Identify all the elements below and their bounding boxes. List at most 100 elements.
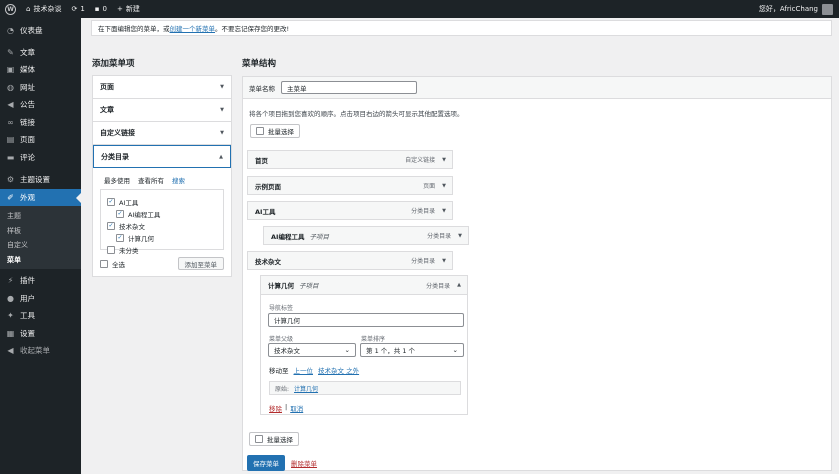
category-option[interactable]: ✓ AI编程工具 xyxy=(107,208,217,220)
category-tabs: 最多使用 查看所有 搜索 xyxy=(100,175,224,185)
menu-name-input[interactable]: 主菜单 xyxy=(281,81,417,94)
menu-item[interactable]: 示例页面 页面 ▼ xyxy=(247,176,453,195)
parent-select[interactable]: 技术杂文 ⌄ xyxy=(268,343,356,357)
updates-link[interactable]: ⟳ 1 xyxy=(66,0,89,18)
move-out-link[interactable]: 技术杂文 之外 xyxy=(318,365,359,375)
sidebar-item-label: 主题设置 xyxy=(20,175,50,185)
checkbox-unchecked[interactable] xyxy=(256,127,264,135)
sidebar-item-media[interactable]: ▣ 媒体 xyxy=(0,61,81,79)
add-to-menu-button[interactable]: 添加至菜单 xyxy=(177,257,224,270)
nav-label-caption: 导航标签 xyxy=(269,305,294,312)
add-items-panel: 页面 ▼ 文章 ▼ 自定义链接 ▼ 分类目录 ▲ 最多使用 查看所有 搜索 ✓ … xyxy=(92,75,232,277)
select-all-toggle[interactable]: 全选 xyxy=(100,258,125,270)
accordion-label: 页面 xyxy=(100,83,114,91)
category-label: AI编程工具 xyxy=(128,211,161,219)
new-content-link[interactable]: + 新建 xyxy=(112,0,145,18)
sidebar-item-users[interactable]: ● 用户 xyxy=(0,290,81,308)
tab-search[interactable]: 搜索 xyxy=(172,175,185,185)
sidebar-item-plugins[interactable]: ⚡ 插件 xyxy=(0,272,81,290)
accordion-posts[interactable]: 文章 ▼ xyxy=(93,99,231,122)
triangle-down-icon[interactable]: ▼ xyxy=(442,157,446,163)
parent-select-value: 技术杂文 xyxy=(274,347,300,355)
new-label: 新建 xyxy=(125,5,140,13)
sidebar-item-comments[interactable]: ▬ 评论 xyxy=(0,149,81,167)
menu-item-expanded-header[interactable]: 计算几何 子项目 分类目录 ▲ xyxy=(261,276,467,295)
remove-link[interactable]: 移除 xyxy=(269,403,282,413)
save-menu-button[interactable]: 保存菜单 xyxy=(247,455,285,471)
triangle-down-icon[interactable]: ▼ xyxy=(442,208,446,214)
wordpress-icon: W xyxy=(5,3,16,15)
category-option[interactable]: ✓ AI工具 xyxy=(107,196,217,208)
sidebar-item-label: 外观 xyxy=(20,192,35,202)
accordion-categories[interactable]: 分类目录 ▲ xyxy=(93,145,231,168)
menu-item-type: 分类目录 xyxy=(426,282,451,290)
sidebar-item-label: 媒体 xyxy=(20,65,35,75)
site-name-link[interactable]: ⌂ 技术杂谈 xyxy=(21,0,66,18)
sidebar-item-sites[interactable]: ◍ 网址 xyxy=(0,79,81,97)
accordion-pages[interactable]: 页面 ▼ xyxy=(93,76,231,99)
submenu-patterns[interactable]: 样板 xyxy=(0,224,81,239)
cancel-link[interactable]: 取消 xyxy=(290,403,303,413)
sidebar-item-theme-settings[interactable]: ⚙ 主题设置 xyxy=(0,171,81,189)
sidebar-item-posts[interactable]: ✎ 文章 xyxy=(0,44,81,62)
avatar xyxy=(822,3,833,15)
submenu-customize[interactable]: 自定义 xyxy=(0,238,81,253)
tab-most-used[interactable]: 最多使用 xyxy=(104,175,130,185)
checkbox-checked[interactable]: ✓ xyxy=(107,222,115,230)
sidebar-item-pages[interactable]: ▤ 页面 xyxy=(0,131,81,149)
wordpress-logo-button[interactable]: W xyxy=(0,0,21,18)
delete-menu-link[interactable]: 删除菜单 xyxy=(291,458,317,468)
menu-item[interactable]: 首页 自定义链接 ▼ xyxy=(247,150,453,169)
menu-item[interactable]: 技术杂文 分类目录 ▼ xyxy=(247,251,453,270)
bulk-select-top-button[interactable]: 批量选择 xyxy=(250,124,300,138)
sidebar-collapse-button[interactable]: ◀ 收起菜单 xyxy=(0,342,81,360)
category-option[interactable]: ✓ 计算几何 xyxy=(107,232,217,244)
sidebar-item-label: 用户 xyxy=(20,293,35,303)
globe-icon: ◍ xyxy=(7,82,14,92)
checkbox-checked[interactable]: ✓ xyxy=(116,210,124,218)
original-link[interactable]: 计算几何 xyxy=(294,384,318,393)
accordion-custom-links[interactable]: 自定义链接 ▼ xyxy=(93,122,231,145)
comments-link[interactable]: ▪ 0 xyxy=(90,0,112,18)
tab-view-all[interactable]: 查看所有 xyxy=(138,175,164,185)
sidebar-item-settings[interactable]: ▦ 设置 xyxy=(0,325,81,343)
menu-item[interactable]: AI工具 分类目录 ▼ xyxy=(247,201,453,220)
order-select-value: 第 1 个，共 1 个 xyxy=(366,347,416,355)
submenu-menus[interactable]: 菜单 xyxy=(0,253,81,268)
bulk-select-bottom-button[interactable]: 批量选择 xyxy=(249,432,299,446)
sidebar-item-appearance[interactable]: ✐ 外观 xyxy=(0,188,81,206)
accordion-label: 文章 xyxy=(100,106,114,114)
triangle-down-icon[interactable]: ▼ xyxy=(442,183,446,189)
account-menu[interactable]: 您好，AfricChang xyxy=(759,3,839,15)
category-option[interactable]: ✓ 技术杂文 xyxy=(107,220,217,232)
sidebar-item-label: 文章 xyxy=(20,47,35,57)
checkbox-unchecked[interactable] xyxy=(255,435,263,443)
sidebar-item-links[interactable]: ∞ 链接 xyxy=(0,114,81,132)
move-up-link[interactable]: 上一位 xyxy=(294,365,314,375)
sidebar-item-tools[interactable]: ✦ 工具 xyxy=(0,307,81,325)
triangle-down-icon[interactable]: ▼ xyxy=(442,258,446,264)
checkbox-checked[interactable]: ✓ xyxy=(107,198,115,206)
triangle-up-icon[interactable]: ▲ xyxy=(457,282,461,288)
checkbox-unchecked[interactable] xyxy=(107,246,115,254)
settings-icon: ▦ xyxy=(6,328,15,338)
comment-icon: ▬ xyxy=(6,152,15,162)
order-select[interactable]: 第 1 个，共 1 个 ⌄ xyxy=(360,343,464,357)
categories-footer: 全选 添加至菜单 xyxy=(100,257,224,270)
submenu-themes[interactable]: 主题 xyxy=(0,209,81,224)
triangle-down-icon[interactable]: ▼ xyxy=(458,233,462,239)
checkbox-unchecked[interactable] xyxy=(100,259,108,268)
sidebar-item-dashboard[interactable]: ◔ 仪表盘 xyxy=(0,22,81,40)
categories-body: 最多使用 查看所有 搜索 ✓ AI工具 ✓ AI编程工具 ✓ 技术杂文 ✓ 计算… xyxy=(93,168,231,276)
sidebar-item-announcements[interactable]: ◀ 公告 xyxy=(0,96,81,114)
create-menu-link[interactable]: 创建一个新菜单 xyxy=(170,23,216,33)
menu-item-title: AI编程工具 xyxy=(271,232,305,241)
updates-count: 1 xyxy=(80,5,85,13)
checkbox-checked[interactable]: ✓ xyxy=(116,234,124,242)
menu-item[interactable]: AI编程工具 子项目 分类目录 ▼ xyxy=(263,226,469,245)
chevron-down-icon: ⌄ xyxy=(452,346,458,354)
original-info: 原始: 计算几何 xyxy=(269,381,461,395)
category-option[interactable]: 未分类 xyxy=(107,244,217,256)
nav-label-input[interactable]: 计算几何 xyxy=(268,313,464,327)
wrench-icon: ✦ xyxy=(7,311,14,321)
